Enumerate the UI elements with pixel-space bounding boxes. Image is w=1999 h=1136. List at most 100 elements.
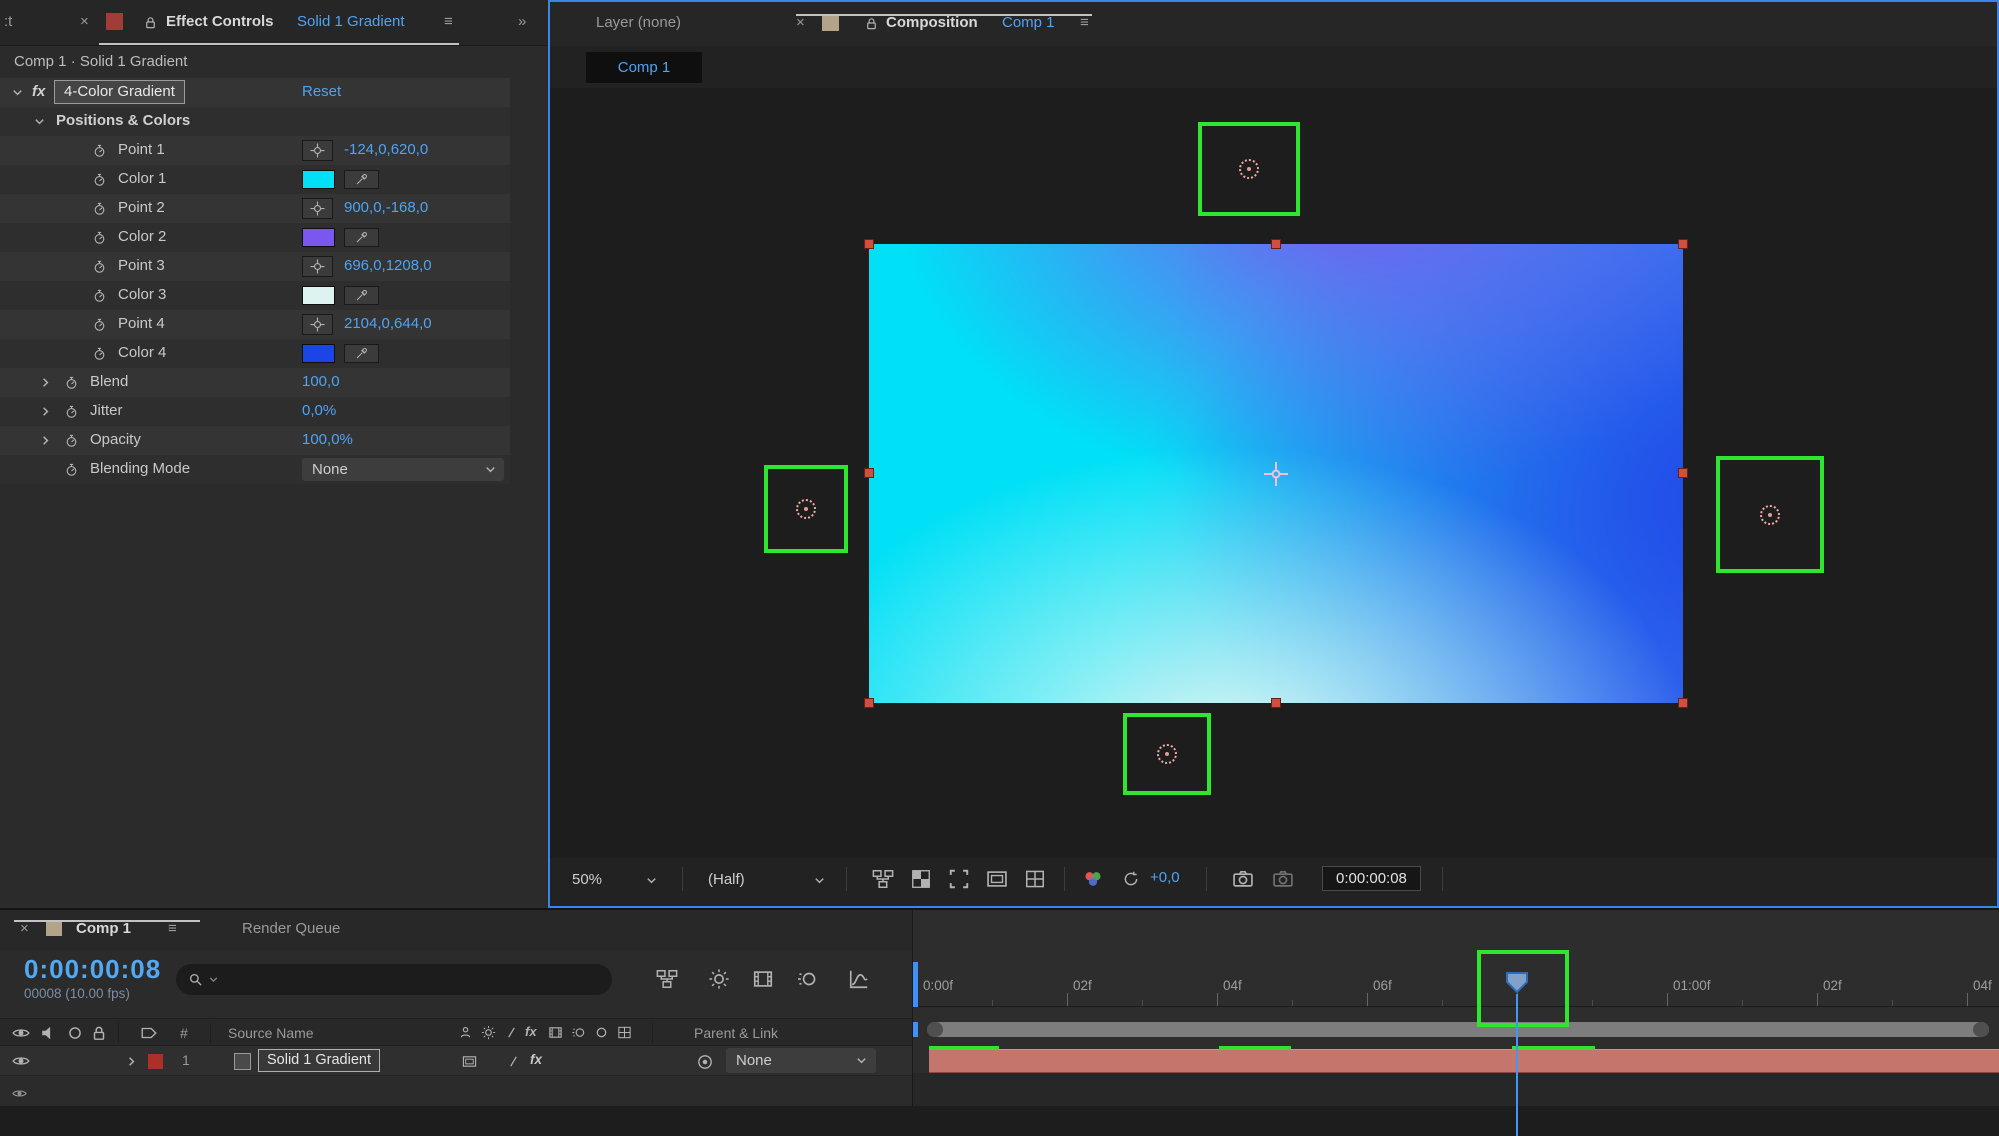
navigator-handle[interactable] [927, 1022, 943, 1037]
effect-point-handle[interactable] [796, 499, 816, 519]
point-value[interactable]: 2104,0,644,0 [344, 315, 432, 332]
selection-handle[interactable] [1678, 698, 1688, 708]
composition-tab-title[interactable]: Composition [886, 14, 978, 31]
gradient-layer[interactable] [869, 244, 1683, 703]
source-name-column[interactable]: Source Name [228, 1025, 314, 1041]
channels-icon[interactable] [1082, 868, 1104, 890]
threed-switch-icon[interactable] [617, 1025, 632, 1040]
mini-flowchart-icon[interactable] [872, 868, 894, 890]
layer-label-swatch[interactable] [148, 1054, 163, 1069]
eye-icon[interactable] [12, 1086, 27, 1101]
graph-editor-icon[interactable] [848, 968, 870, 990]
parent-pickwhip-icon[interactable] [696, 1053, 714, 1071]
effect-point-button[interactable] [302, 314, 333, 335]
transparency-grid-icon[interactable] [910, 868, 932, 890]
lock-icon[interactable] [143, 15, 158, 30]
solo-icon[interactable] [66, 1024, 84, 1042]
effect-point-button[interactable] [302, 256, 333, 277]
exposure-value[interactable]: +0,0 [1150, 869, 1180, 886]
label-icon[interactable] [140, 1024, 158, 1042]
point-value[interactable]: 696,0,1208,0 [344, 257, 432, 274]
color-swatch[interactable] [302, 170, 335, 189]
work-area-start-marker[interactable] [913, 962, 918, 1007]
stopwatch-icon[interactable] [64, 433, 79, 448]
viewer-comp-tab[interactable]: Comp 1 [586, 52, 702, 83]
show-snapshot-icon[interactable] [1272, 868, 1294, 890]
effect-name[interactable]: 4-Color Gradient [54, 80, 185, 104]
stopwatch-icon[interactable] [64, 375, 79, 390]
parent-select[interactable]: None [726, 1048, 876, 1073]
region-of-interest-icon[interactable] [948, 868, 970, 890]
eyedropper-button[interactable] [344, 170, 379, 189]
close-tab-button[interactable]: × [796, 14, 805, 31]
composition-viewport[interactable] [550, 88, 1997, 858]
lock-icon[interactable] [864, 16, 879, 31]
snapshot-icon[interactable] [1232, 868, 1254, 890]
eyedropper-button[interactable] [344, 286, 379, 305]
stopwatch-icon[interactable] [92, 172, 107, 187]
close-tab-button[interactable]: × [80, 13, 89, 30]
video-eye-icon[interactable] [12, 1024, 30, 1042]
chevron-down-icon[interactable] [812, 873, 827, 888]
timeline-navigator[interactable] [927, 1022, 1989, 1037]
color-swatch[interactable] [302, 228, 335, 247]
chevron-down-icon[interactable] [644, 873, 659, 888]
chevron-right-icon[interactable] [38, 433, 53, 448]
viewer-timecode[interactable]: 0:00:00:08 [1322, 866, 1421, 891]
parent-link-column[interactable]: Parent & Link [694, 1025, 778, 1041]
chevron-down-icon[interactable] [10, 85, 25, 100]
motion-blur-icon[interactable] [571, 1025, 586, 1040]
chevron-right-icon[interactable] [124, 1054, 139, 1069]
composition-flowchart-icon[interactable] [656, 968, 678, 990]
panel-menu-icon[interactable]: ≡ [168, 920, 177, 937]
selection-handle[interactable] [864, 239, 874, 249]
panel-menu-icon[interactable]: ≡ [444, 13, 453, 30]
selection-handle[interactable] [1678, 468, 1688, 478]
adjustment-layer-icon[interactable] [594, 1025, 609, 1040]
frame-blend-icon[interactable] [548, 1025, 563, 1040]
timeline-search-input[interactable] [176, 964, 612, 995]
color-swatch[interactable] [302, 344, 335, 363]
layer-fx-badge[interactable]: fx [530, 1052, 542, 1067]
layer-name[interactable]: Solid 1 Gradient [258, 1049, 380, 1072]
playhead-line[interactable] [1516, 994, 1518, 1136]
timeline-ruler[interactable]: 0:00f 02f 04f 06f 01:00f 02f 04f [913, 950, 1999, 1007]
blending-mode-select[interactable]: None [302, 458, 504, 481]
param-value[interactable]: 100,0 [302, 373, 340, 390]
close-tab-button[interactable]: × [20, 920, 29, 937]
quality-switch-icon[interactable] [462, 1054, 477, 1069]
effect-point-button[interactable] [302, 198, 333, 219]
selection-handle[interactable] [1271, 698, 1281, 708]
stopwatch-icon[interactable] [64, 404, 79, 419]
mask-visibility-icon[interactable] [986, 868, 1008, 890]
chevron-down-icon[interactable] [32, 114, 47, 129]
chevron-right-icon[interactable] [38, 404, 53, 419]
layer-row[interactable]: 1 Solid 1 Gradient fx None [0, 1046, 912, 1076]
point-value[interactable]: -124,0,620,0 [344, 141, 428, 158]
effect-point-handle[interactable] [1157, 744, 1177, 764]
audio-icon[interactable] [40, 1024, 58, 1042]
layer-number-column[interactable]: # [180, 1025, 188, 1041]
lock-icon[interactable] [90, 1024, 108, 1042]
panel-overflow-icon[interactable]: » [518, 13, 526, 30]
point-value[interactable]: 900,0,-168,0 [344, 199, 428, 216]
layer-tab[interactable]: Layer (none) [596, 14, 681, 31]
stopwatch-icon[interactable] [92, 201, 107, 216]
stopwatch-icon[interactable] [92, 317, 107, 332]
timeline-comp-tab[interactable]: Comp 1 [76, 920, 131, 937]
quality-icon[interactable] [504, 1025, 519, 1040]
selection-handle[interactable] [1271, 239, 1281, 249]
reset-link[interactable]: Reset [302, 83, 341, 100]
navigator-handle[interactable] [1973, 1022, 1989, 1037]
fx-badge[interactable]: fx [32, 83, 45, 100]
color-swatch[interactable] [302, 286, 335, 305]
selection-handle[interactable] [864, 698, 874, 708]
stopwatch-icon[interactable] [64, 462, 79, 477]
draft-3d-icon[interactable] [708, 968, 730, 990]
stopwatch-icon[interactable] [92, 230, 107, 245]
anchor-point-icon[interactable] [1261, 459, 1291, 489]
reset-exposure-icon[interactable] [1122, 870, 1140, 888]
resolution-select[interactable]: (Half) [708, 868, 745, 892]
panel-menu-icon[interactable]: ≡ [1080, 14, 1089, 31]
motion-blur-icon[interactable] [796, 968, 818, 990]
